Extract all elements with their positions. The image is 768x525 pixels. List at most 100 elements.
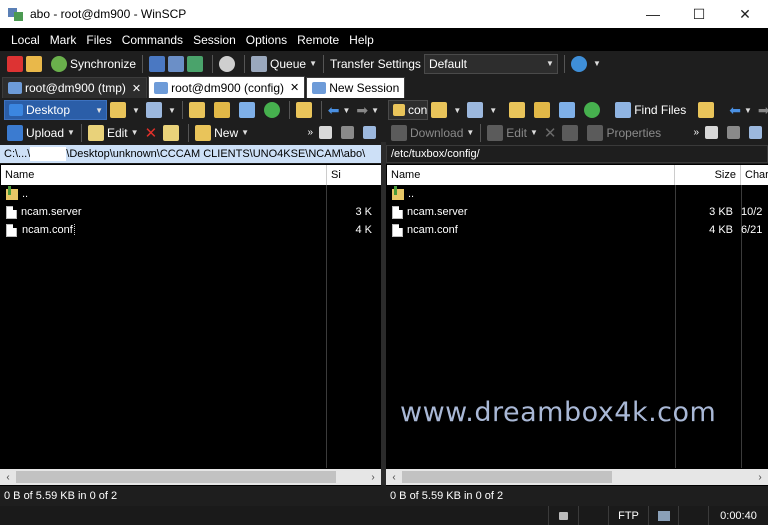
menu-session[interactable]: Session (188, 33, 241, 47)
left-column-headers: Name Si (1, 165, 381, 185)
left-toolbar-overflow-icon[interactable]: » (304, 123, 316, 143)
right-filter-files-button[interactable] (746, 123, 768, 143)
maximize-button[interactable]: ☐ (676, 0, 722, 28)
right-parent-directory-button[interactable] (506, 100, 531, 120)
left-refresh-button[interactable] (261, 100, 286, 120)
toolbar-separator (244, 54, 246, 73)
scroll-left-icon[interactable]: ‹ (0, 472, 16, 483)
right-column-name[interactable]: Name (387, 165, 675, 185)
left-path-bar[interactable]: C:\...\ \Desktop\unknown\CCCAM CLIENTS\UN… (0, 145, 381, 163)
scrollbar-thumb[interactable] (402, 471, 612, 483)
queue-button[interactable]: Queue ▼ (248, 54, 320, 74)
scroll-right-icon[interactable]: › (752, 472, 768, 483)
queue-label: Queue (270, 56, 307, 71)
left-unselect-files-button[interactable] (338, 123, 360, 143)
transfer-settings-select[interactable]: Default ▼ (423, 53, 558, 74)
left-rename-button[interactable] (160, 123, 185, 143)
menu-mark[interactable]: Mark (45, 33, 82, 47)
right-toolbar-overflow-icon[interactable]: » (690, 123, 702, 143)
list-item[interactable]: .. (386, 185, 768, 203)
file-changed: 6/21 (741, 224, 763, 236)
left-select-files-button[interactable] (316, 123, 338, 143)
right-rename-button[interactable] (559, 123, 584, 143)
toolbar-separator (480, 123, 482, 142)
left-location-select[interactable]: Desktop ▼ (4, 100, 108, 120)
right-root-directory-button[interactable] (531, 100, 556, 120)
preferences-button[interactable] (216, 54, 241, 74)
right-path: /etc/tuxbox/config/ (391, 148, 480, 160)
download-icon (391, 124, 407, 141)
left-column-size[interactable]: Si (327, 165, 381, 185)
right-unselect-files-button[interactable] (724, 123, 746, 143)
right-path-bar[interactable]: /etc/tuxbox/config/ (386, 145, 768, 163)
left-new-button[interactable]: New ▼ (192, 123, 252, 143)
network-status-icon (648, 506, 678, 525)
tab-session-tmp[interactable]: root@dm900 (tmp) ✕ (2, 77, 148, 98)
right-tree-button[interactable] (695, 100, 720, 120)
menu-help[interactable]: Help (344, 33, 379, 47)
left-forward-button[interactable]: ➡ ▼ (353, 100, 382, 120)
right-open-directory-button[interactable]: ▼ (428, 100, 464, 120)
menu-local[interactable]: Local (6, 33, 45, 47)
close-icon[interactable]: ✕ (290, 81, 299, 94)
menu-commands[interactable]: Commands (117, 33, 188, 47)
right-select-files-button[interactable] (702, 123, 724, 143)
right-location-select[interactable]: con (388, 100, 429, 120)
list-item[interactable]: ncam.conf 4 KB 6/21 (386, 221, 768, 239)
find-files-button[interactable]: Find Files (612, 100, 689, 120)
synchronize-button[interactable]: Synchronize (48, 54, 139, 74)
list-item[interactable]: ncam.conf 4 K (0, 221, 381, 239)
delete-icon: ✕ (144, 124, 158, 142)
tab-session-config[interactable]: root@dm900 (config) ✕ (148, 76, 306, 98)
right-horizontal-scrollbar[interactable]: ‹ › (386, 469, 768, 485)
right-column-changed[interactable]: Char (741, 165, 768, 185)
left-column-name[interactable]: Name (1, 165, 327, 185)
compare-directories-button[interactable] (4, 54, 48, 74)
filter-icon (467, 102, 484, 118)
left-edit-button[interactable]: Edit ▼ (85, 123, 142, 143)
list-item[interactable]: ncam.server 3 KB 10/2 (386, 203, 768, 221)
left-delete-button[interactable]: ✕ (142, 123, 161, 143)
properties-icon (587, 124, 604, 141)
left-back-button[interactable]: ⬅ ▼ (325, 100, 354, 120)
tree-icon (295, 102, 312, 118)
desktop-icon (9, 104, 23, 116)
left-horizontal-scrollbar[interactable]: ‹ › (0, 469, 381, 485)
close-button[interactable]: ✕ (722, 0, 768, 28)
file-name: ncam.server (407, 206, 468, 218)
properties-button[interactable]: Properties (584, 123, 664, 143)
console-button[interactable] (146, 54, 209, 74)
sites-button[interactable]: ▼ (568, 54, 604, 74)
right-forward-button[interactable]: ➡▼ (755, 100, 768, 120)
left-filter-button[interactable]: ▼ (143, 100, 179, 120)
toolbar-separator (563, 54, 565, 73)
right-back-button[interactable]: ⬅ ▼ (726, 100, 755, 120)
menu-remote[interactable]: Remote (292, 33, 344, 47)
left-parent-directory-button[interactable] (186, 100, 211, 120)
list-item[interactable]: .. (0, 185, 381, 203)
right-filter-button[interactable]: ▼ (464, 100, 500, 120)
minimize-button[interactable]: — (630, 0, 676, 28)
tab-new-session[interactable]: New Session (306, 77, 406, 98)
menu-options[interactable]: Options (241, 33, 292, 47)
right-column-size[interactable]: Size (675, 165, 741, 185)
toolbar-separator (142, 54, 144, 73)
right-home-button[interactable] (556, 100, 581, 120)
right-edit-button[interactable]: Edit ▼ (484, 123, 541, 143)
left-root-directory-button[interactable] (211, 100, 236, 120)
left-tree-button[interactable] (293, 100, 318, 120)
close-icon[interactable]: ✕ (132, 82, 141, 95)
upload-button[interactable]: Upload ▼ (4, 123, 78, 143)
download-button[interactable]: Download ▼ (388, 123, 477, 143)
left-open-directory-button[interactable]: ▼ (107, 100, 143, 120)
menu-files[interactable]: Files (81, 33, 116, 47)
arrow-right-icon: ➡ (356, 101, 369, 118)
left-filter-files-button[interactable] (360, 123, 382, 143)
right-delete-button[interactable]: ✕ (541, 123, 560, 143)
list-item[interactable]: ncam.server 3 K (0, 203, 381, 221)
scroll-right-icon[interactable]: › (365, 472, 381, 483)
left-home-button[interactable] (236, 100, 261, 120)
scroll-left-icon[interactable]: ‹ (386, 472, 402, 483)
right-refresh-button[interactable] (581, 100, 606, 120)
scrollbar-thumb[interactable] (16, 471, 336, 483)
